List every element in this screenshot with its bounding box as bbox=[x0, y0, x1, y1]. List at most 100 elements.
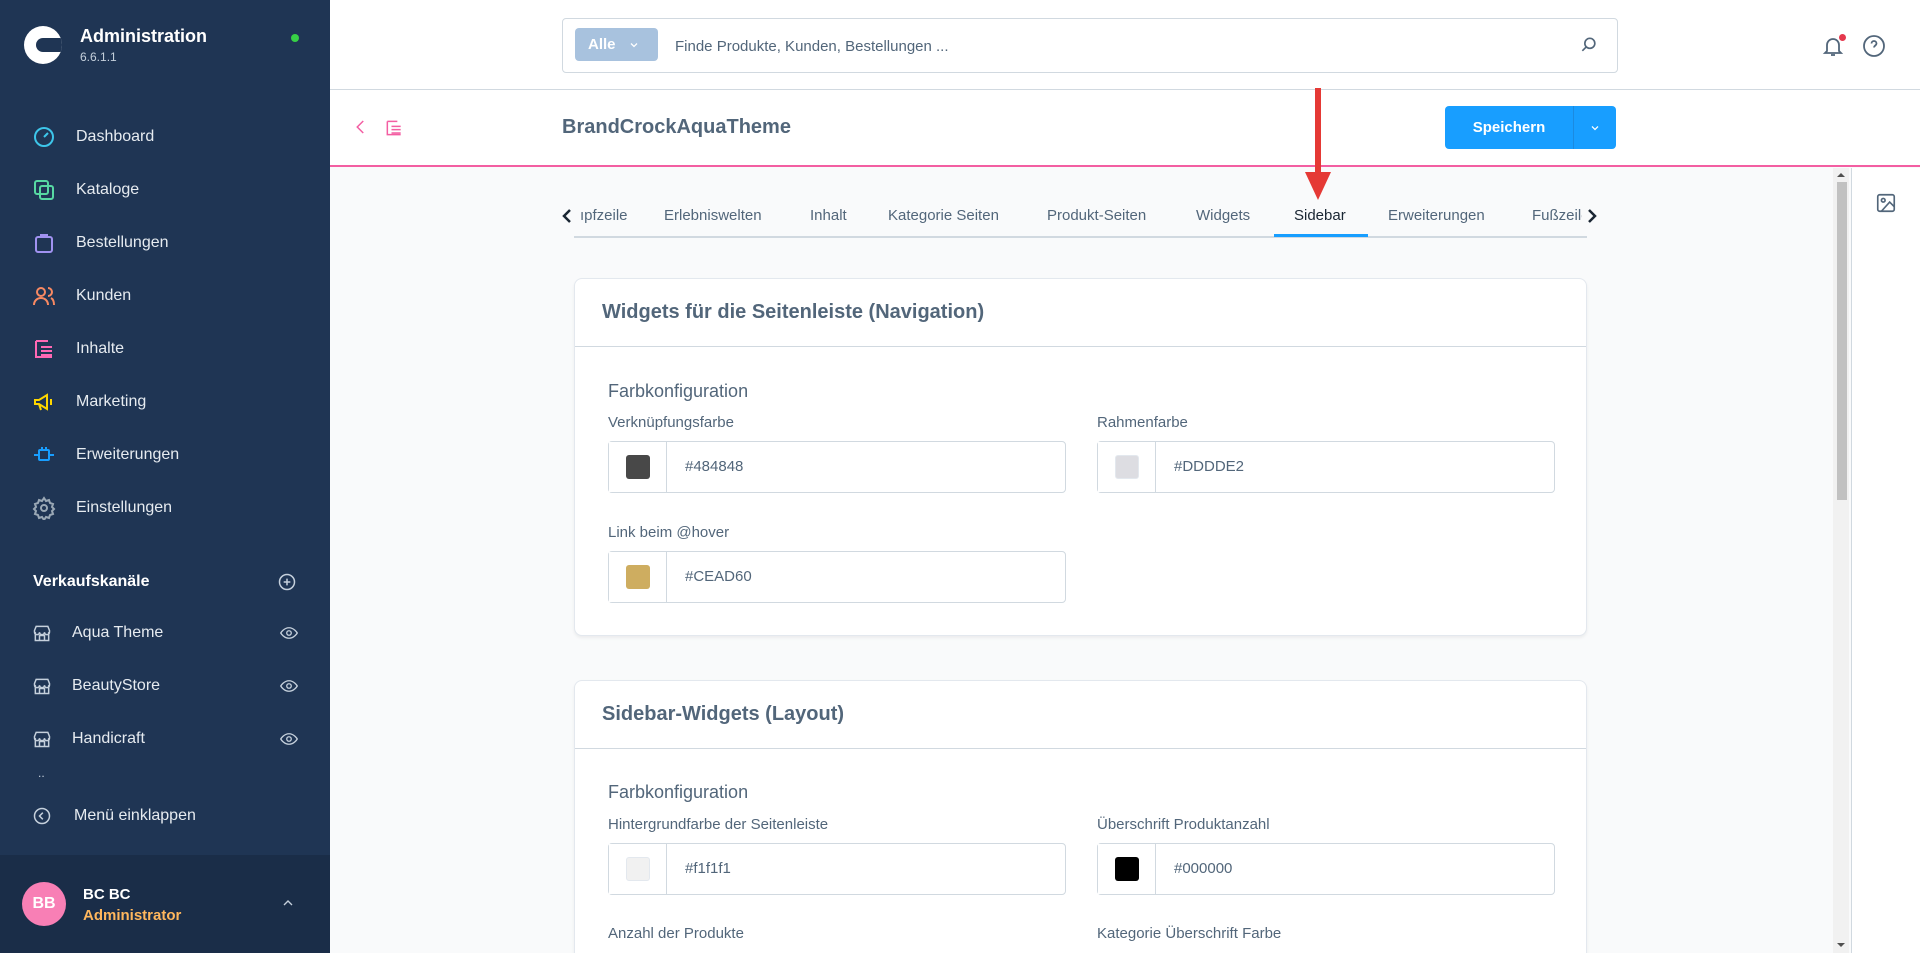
tab-fusszeile[interactable]: Fußzeile bbox=[1532, 207, 1582, 224]
nav-item-label: Kataloge bbox=[76, 180, 140, 198]
app-title: Administration bbox=[80, 26, 208, 46]
storefront-icon bbox=[33, 678, 51, 694]
nav-item-label: Bestellungen bbox=[76, 233, 169, 251]
search-type-select[interactable]: Alle bbox=[575, 28, 658, 61]
user-role: Administrator bbox=[83, 907, 182, 924]
color-value: #CEAD60 bbox=[685, 568, 752, 585]
chevron-right-icon[interactable] bbox=[1585, 208, 1599, 224]
tab-kategorie-seiten[interactable]: Kategorie Seiten bbox=[888, 207, 999, 224]
color-swatch-button[interactable] bbox=[609, 552, 667, 602]
catalog-icon bbox=[34, 179, 54, 200]
field-label: Rahmenfarbe bbox=[1097, 414, 1188, 431]
global-search: Alle bbox=[562, 18, 1618, 73]
app-version: 6.6.1.1 bbox=[80, 50, 117, 64]
image-icon[interactable] bbox=[1875, 192, 1897, 214]
top-bar: Alle bbox=[330, 0, 1920, 90]
chevron-left-icon[interactable] bbox=[560, 208, 574, 224]
sales-channel-label: Aqua Theme bbox=[72, 623, 164, 641]
save-button-group: Speichern bbox=[1445, 106, 1616, 149]
chevron-left-circle-icon bbox=[33, 807, 51, 825]
scroll-down-icon[interactable] bbox=[1837, 941, 1845, 949]
field-label: Überschrift Produktanzahl bbox=[1097, 816, 1270, 833]
color-swatch bbox=[625, 565, 650, 589]
save-button[interactable]: Speichern bbox=[1445, 106, 1573, 149]
nav-item-settings[interactable]: Einstellungen bbox=[0, 481, 330, 534]
search-input[interactable] bbox=[675, 33, 1525, 59]
nav-item-marketing[interactable]: Marketing bbox=[0, 375, 330, 428]
sales-channel-label: Handicraft bbox=[72, 729, 145, 747]
tab-widgets[interactable]: Widgets bbox=[1196, 207, 1250, 224]
eye-icon[interactable] bbox=[280, 677, 298, 695]
right-sidebar bbox=[1851, 168, 1920, 953]
annotation-arrow-icon bbox=[1305, 88, 1331, 200]
nav-item-label: Dashboard bbox=[76, 127, 155, 145]
shopping-bag-icon bbox=[35, 233, 53, 253]
sales-channels-list: Aqua Theme BeautyStore Handicraft .. bbox=[0, 606, 330, 780]
tab-kopfzeile[interactable]: ıpfzeile bbox=[580, 207, 628, 224]
save-options-button[interactable] bbox=[1573, 106, 1616, 149]
eye-icon[interactable] bbox=[280, 624, 298, 642]
sales-channels-title: Verkaufskanäle bbox=[33, 573, 150, 590]
avatar: BB bbox=[22, 882, 66, 926]
field-label: Link beim @hover bbox=[608, 524, 730, 541]
sales-channels-header: Verkaufskanäle bbox=[33, 572, 297, 592]
storefront-icon bbox=[33, 731, 51, 747]
user-menu[interactable]: BB BC BC Administrator bbox=[0, 855, 330, 953]
color-swatch bbox=[625, 455, 650, 479]
nav-item-catalogs[interactable]: Kataloge bbox=[0, 163, 330, 216]
sales-channel-item[interactable]: Handicraft bbox=[0, 712, 330, 765]
sales-channel-label: BeautyStore bbox=[72, 676, 161, 694]
add-sales-channel-icon[interactable] bbox=[277, 572, 297, 592]
sidebar-background-color-field[interactable]: #f1f1f1 bbox=[608, 843, 1066, 895]
nav-item-customers[interactable]: Kunden bbox=[0, 269, 330, 322]
card-title: Sidebar-Widgets (Layout) bbox=[575, 681, 1586, 749]
search-icon[interactable] bbox=[1579, 35, 1599, 55]
shopware-logo-icon bbox=[24, 26, 62, 64]
tab-inhalt[interactable]: Inhalt bbox=[810, 207, 847, 224]
nav-item-orders[interactable]: Bestellungen bbox=[0, 216, 330, 269]
notification-badge bbox=[1838, 33, 1847, 42]
color-swatch bbox=[1114, 857, 1139, 881]
tab-produkt-seiten[interactable]: Produkt-Seiten bbox=[1047, 207, 1146, 224]
page-header: BrandCrockAquaTheme Speichern bbox=[330, 90, 1920, 167]
color-value: #f1f1f1 bbox=[685, 860, 731, 877]
section-title: Farbkonfiguration bbox=[608, 782, 749, 802]
color-swatch-button[interactable] bbox=[1098, 442, 1156, 492]
collapse-menu-button[interactable]: Menü einklappen bbox=[32, 806, 196, 826]
color-swatch-button[interactable] bbox=[609, 442, 667, 492]
page-title: BrandCrockAquaTheme bbox=[562, 116, 791, 138]
eye-icon[interactable] bbox=[280, 730, 298, 748]
back-arrow-icon[interactable] bbox=[352, 118, 370, 136]
nav-item-content[interactable]: Inhalte bbox=[0, 322, 330, 375]
tab-sidebar[interactable]: Sidebar bbox=[1294, 207, 1346, 224]
help-icon[interactable] bbox=[1862, 34, 1886, 58]
nav-item-extensions[interactable]: Erweiterungen bbox=[0, 428, 330, 481]
scrollbar-thumb[interactable] bbox=[1837, 182, 1847, 500]
content-scrollbar[interactable] bbox=[1833, 168, 1849, 953]
nav-item-label: Inhalte bbox=[76, 339, 125, 357]
color-swatch-button[interactable] bbox=[1098, 844, 1156, 894]
sales-channel-item[interactable]: BeautyStore bbox=[0, 659, 330, 712]
nav-item-label: Marketing bbox=[76, 392, 147, 410]
link-color-field[interactable]: #484848 bbox=[608, 441, 1066, 493]
border-color-field[interactable]: #DDDDE2 bbox=[1097, 441, 1555, 493]
tab-erlebniswelten[interactable]: Erlebniswelten bbox=[664, 207, 762, 224]
online-status-indicator bbox=[291, 34, 299, 42]
theme-tabs: ıpfzeile Erlebniswelten Inhalt Kategorie… bbox=[562, 198, 1597, 238]
scroll-up-icon[interactable] bbox=[1837, 171, 1845, 179]
field-label: Anzahl der Produkte bbox=[608, 925, 744, 942]
product-count-heading-color-field[interactable]: #000000 bbox=[1097, 843, 1555, 895]
nav-item-dashboard[interactable]: Dashboard bbox=[0, 110, 330, 163]
chevron-up-icon[interactable] bbox=[280, 895, 296, 911]
hover-link-color-field[interactable]: #CEAD60 bbox=[608, 551, 1066, 603]
content-module-icon bbox=[386, 120, 401, 136]
users-icon bbox=[33, 286, 55, 305]
sales-channel-item[interactable]: Aqua Theme bbox=[0, 606, 330, 659]
more-channels-indicator[interactable]: .. bbox=[38, 766, 45, 780]
gauge-icon bbox=[34, 126, 54, 147]
color-swatch-button[interactable] bbox=[609, 844, 667, 894]
sidebar-layout-card: Sidebar-Widgets (Layout) Farbkonfigurati… bbox=[574, 680, 1587, 953]
nav-item-label: Kunden bbox=[76, 286, 132, 304]
tab-erweiterungen[interactable]: Erweiterungen bbox=[1388, 207, 1485, 224]
brand[interactable]: Administration 6.6.1.1 bbox=[24, 26, 207, 64]
